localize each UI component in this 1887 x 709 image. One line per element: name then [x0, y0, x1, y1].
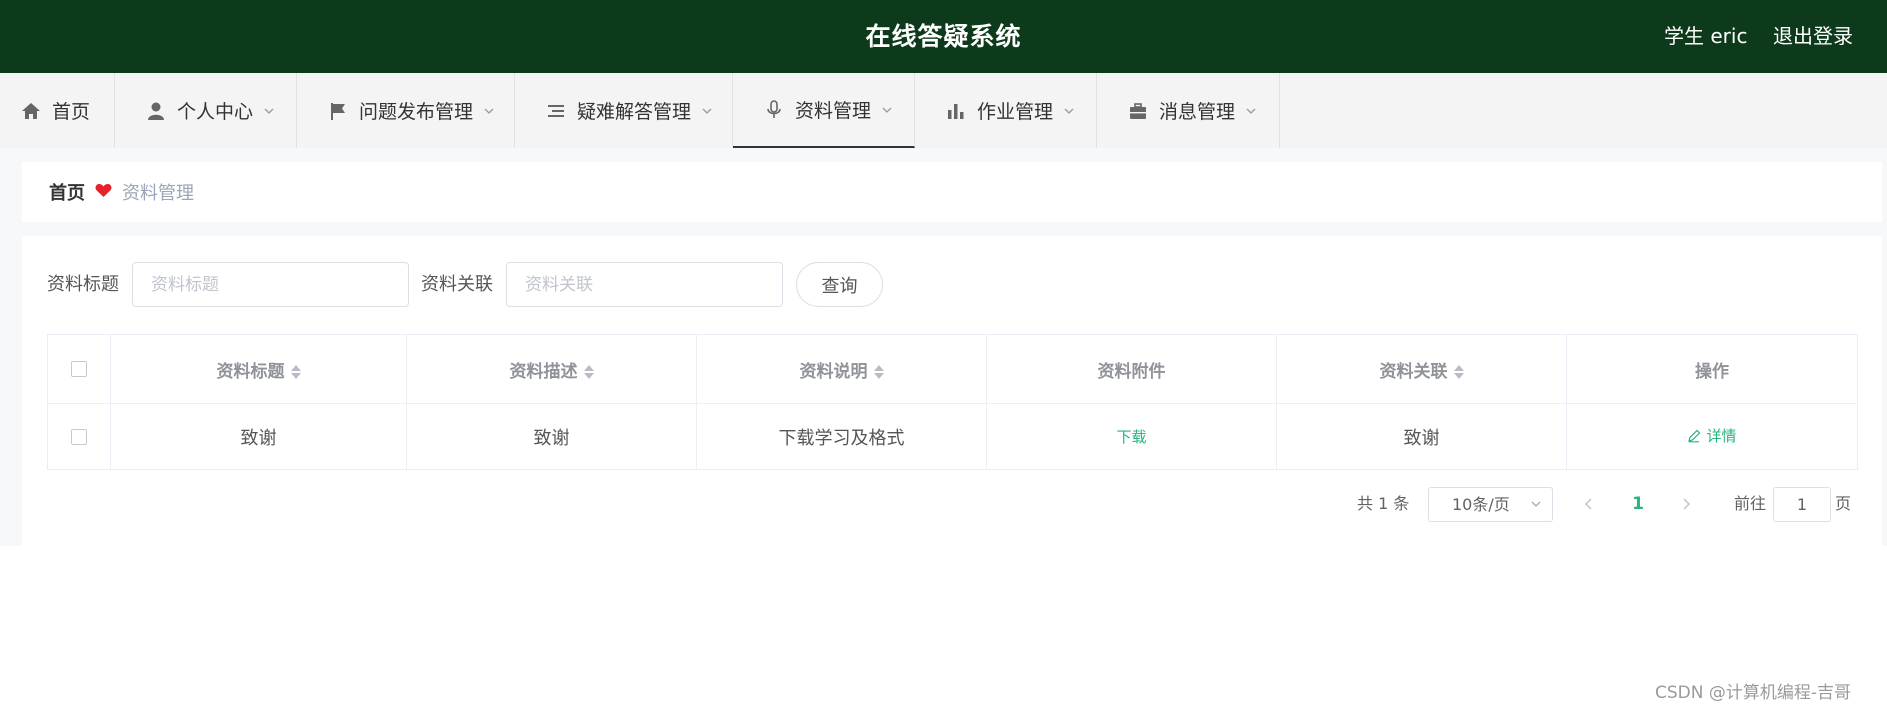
chevron-left-icon: [1584, 498, 1592, 510]
table-header-row: 资料标题 资料描述 资料说明 资料附件 资料关联 操作: [47, 334, 1858, 404]
relation-search-label: 资料关联: [421, 274, 493, 295]
select-all-cell: [47, 334, 111, 404]
home-icon: [20, 100, 42, 122]
detail-button[interactable]: 详情: [1687, 425, 1737, 446]
bar-chart-icon: [945, 100, 967, 122]
nav-item-personal-center[interactable]: 个人中心: [115, 73, 297, 148]
cell-attachment: 下载: [986, 403, 1277, 470]
download-link[interactable]: 下载: [1116, 428, 1146, 446]
chevron-down-icon: [1063, 105, 1075, 117]
select-all-checkbox[interactable]: [71, 361, 87, 377]
nav-item-home[interactable]: 首页: [0, 73, 115, 148]
column-label: 操作: [1695, 361, 1729, 382]
sort-icon[interactable]: [290, 364, 301, 379]
column-label: 资料说明: [799, 361, 868, 382]
microphone-icon: [763, 99, 785, 121]
briefcase-icon: [1127, 100, 1149, 122]
goto-suffix: 页: [1835, 494, 1852, 513]
nav-item-material-manage[interactable]: 资料管理: [733, 73, 915, 148]
breadcrumb-current: 资料管理: [122, 183, 194, 204]
goto-page-input[interactable]: [1773, 487, 1831, 522]
nav-item-question-publish[interactable]: 问题发布管理: [297, 73, 515, 148]
column-label: 资料标题: [216, 361, 285, 382]
chevron-down-icon: [1245, 105, 1257, 117]
sort-icon[interactable]: [583, 364, 594, 379]
query-button[interactable]: 查询: [796, 262, 883, 307]
chevron-right-icon: [1683, 498, 1691, 510]
sort-icon[interactable]: [873, 364, 884, 379]
column-header-action: 操作: [1566, 334, 1858, 404]
cell-action: 详情: [1566, 403, 1858, 470]
chevron-down-icon: [263, 105, 275, 117]
breadcrumb: 首页 资料管理: [22, 162, 1882, 222]
list-icon: [545, 100, 567, 122]
row-checkbox[interactable]: [71, 429, 87, 445]
nav-item-homework-manage[interactable]: 作业管理: [915, 73, 1097, 148]
page-number-current[interactable]: 1: [1628, 487, 1648, 521]
column-header-description[interactable]: 资料描述: [406, 334, 697, 404]
prev-page-button[interactable]: [1579, 487, 1599, 521]
column-label: 资料关联: [1379, 361, 1448, 382]
nav-label-message-manage: 消息管理: [1159, 101, 1236, 123]
main-nav: 首页 个人中心 问题发布管理 疑难解答管理 资料管理 作业管理 消息管理: [0, 73, 1887, 148]
nav-label-personal-center: 个人中心: [177, 101, 254, 123]
chevron-down-icon: [701, 105, 713, 117]
page-size-select[interactable]: 10条/页: [1428, 487, 1553, 522]
nav-label-home: 首页: [52, 101, 91, 123]
relation-search-input[interactable]: [506, 262, 783, 307]
nav-item-message-manage[interactable]: 消息管理: [1097, 73, 1280, 148]
column-header-attachment: 资料附件: [986, 334, 1277, 404]
row-select-cell: [47, 403, 111, 470]
flag-icon: [327, 100, 349, 122]
edit-icon: [1688, 429, 1701, 443]
goto-prefix: 前往: [1734, 494, 1767, 513]
column-header-relation[interactable]: 资料关联: [1276, 334, 1567, 404]
nav-label-material-manage: 资料管理: [795, 100, 872, 122]
user-name: 学生 eric: [1664, 24, 1748, 48]
nav-label-homework-manage: 作业管理: [977, 101, 1054, 123]
cell-description: 致谢: [406, 403, 697, 470]
title-search-input[interactable]: [132, 262, 409, 307]
cell-explanation: 下载学习及格式: [696, 403, 987, 470]
user-icon: [145, 100, 167, 122]
chevron-down-icon: [1530, 488, 1542, 521]
logout-link[interactable]: 退出登录: [1773, 0, 1853, 73]
title-search-label: 资料标题: [47, 274, 119, 295]
pagination-total: 共 1 条: [1357, 494, 1410, 513]
sort-icon[interactable]: [1453, 364, 1464, 379]
detail-label: 详情: [1706, 427, 1737, 446]
chevron-down-icon: [881, 104, 893, 116]
chevron-down-icon: [483, 105, 495, 117]
table-row: 致谢 致谢 下载学习及格式 下载 致谢 详情: [47, 403, 1858, 470]
watermark: CSDN @计算机编程-吉哥: [1655, 683, 1852, 703]
column-label: 资料附件: [1097, 361, 1166, 382]
nav-item-answer-manage[interactable]: 疑难解答管理: [515, 73, 733, 148]
heart-icon: [95, 183, 112, 202]
nav-label-question-publish: 问题发布管理: [359, 101, 474, 123]
cell-relation: 致谢: [1276, 403, 1567, 470]
column-header-title[interactable]: 资料标题: [110, 334, 407, 404]
material-table: 资料标题 资料描述 资料说明 资料附件 资料关联 操作 致谢 致谢 下载学习及格…: [47, 334, 1858, 470]
page-size-value: 10条/页: [1452, 495, 1510, 514]
breadcrumb-home[interactable]: 首页: [49, 179, 85, 205]
top-header: 在线答疑系统 学生 eric 退出登录: [0, 0, 1887, 73]
app-title: 在线答疑系统: [865, 22, 1022, 51]
column-header-explanation[interactable]: 资料说明: [696, 334, 987, 404]
next-page-button[interactable]: [1676, 487, 1696, 521]
nav-label-answer-manage: 疑难解答管理: [577, 101, 692, 123]
column-label: 资料描述: [509, 361, 578, 382]
cell-title: 致谢: [110, 403, 407, 470]
